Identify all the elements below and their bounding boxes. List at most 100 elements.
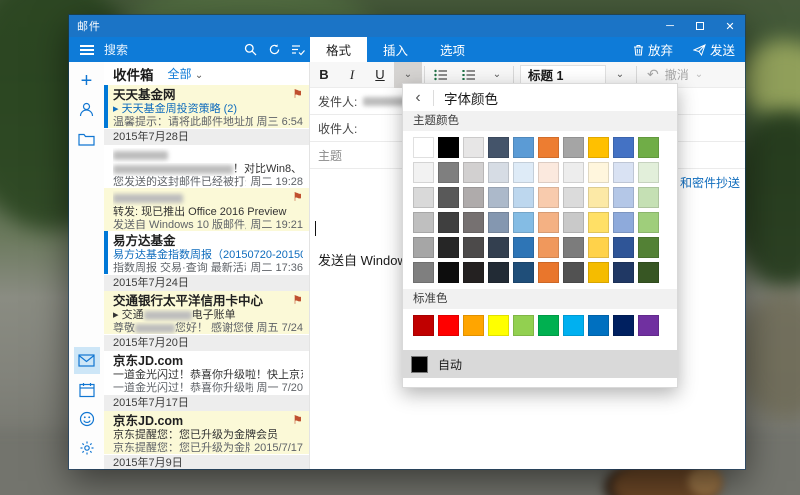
maximize-button[interactable] [685, 15, 715, 37]
close-button[interactable]: ✕ [715, 15, 745, 37]
text-style-selector[interactable]: 标题 1 [520, 65, 606, 85]
flag-icon[interactable]: ⚑ [292, 414, 303, 426]
standard-color-swatch[interactable] [563, 315, 584, 336]
theme-color-swatch[interactable] [563, 262, 584, 283]
theme-color-swatch[interactable] [588, 137, 609, 158]
theme-color-swatch[interactable] [413, 162, 434, 183]
italic-button[interactable]: I [338, 62, 366, 88]
theme-color-swatch[interactable] [538, 137, 559, 158]
theme-color-swatch[interactable] [588, 162, 609, 183]
theme-color-swatch[interactable] [438, 162, 459, 183]
theme-color-swatch[interactable] [638, 137, 659, 158]
standard-color-swatch[interactable] [413, 315, 434, 336]
settings-gear-icon[interactable] [74, 434, 100, 461]
back-button[interactable]: ‹ [403, 89, 433, 107]
theme-color-swatch[interactable] [613, 162, 634, 183]
theme-color-swatch[interactable] [413, 137, 434, 158]
theme-color-swatch[interactable] [463, 262, 484, 283]
theme-color-swatch[interactable] [638, 237, 659, 258]
tab-format[interactable]: 格式 [310, 37, 367, 62]
mail-list-item[interactable]: 易方达基金易方达基金指数周报（20150720-20150724指数周报 交易·… [104, 231, 309, 274]
search-icon[interactable] [238, 43, 262, 56]
send-button[interactable]: 发送 [683, 37, 745, 62]
theme-color-swatch[interactable] [563, 137, 584, 158]
theme-color-swatch[interactable] [438, 187, 459, 208]
mail-list-item[interactable]: ！对比Win8、您发送的这封邮件已经被打开。周二 19:28 [104, 145, 309, 188]
theme-color-swatch[interactable] [588, 212, 609, 233]
underline-button[interactable]: U [366, 62, 394, 88]
cc-bcc-link[interactable]: 和密件抄送 [678, 174, 740, 191]
theme-color-swatch[interactable] [463, 137, 484, 158]
minimize-button[interactable]: ─ [655, 15, 685, 37]
flag-icon[interactable]: ⚑ [292, 88, 303, 100]
theme-color-swatch[interactable] [438, 262, 459, 283]
flag-icon[interactable]: ⚑ [292, 191, 303, 203]
theme-color-swatch[interactable] [538, 187, 559, 208]
standard-color-swatch[interactable] [538, 315, 559, 336]
standard-color-swatch[interactable] [588, 315, 609, 336]
mail-list-item[interactable]: ⚑转发: 现已推出 Office 2016 Preview发送自 Windows… [104, 188, 309, 231]
mail-list-item[interactable]: ⚑交通银行太平洋信用卡中心▸ 交通电子账单尊敬您好！ 感谢您使用交通银行周五 7… [104, 291, 309, 334]
mail-list-item[interactable]: 京东JD.com一道金光闪过！恭喜你升级啦！快上京东会员一道金光闪过！恭喜你升级… [104, 351, 309, 394]
tab-options[interactable]: 选项 [424, 37, 481, 62]
theme-color-swatch[interactable] [463, 237, 484, 258]
search-input[interactable]: 搜索 [104, 41, 238, 58]
theme-color-swatch[interactable] [538, 162, 559, 183]
theme-color-swatch[interactable] [513, 262, 534, 283]
mail-list-item[interactable]: ⚑天天基金网▸ 天天基金周投资策略 (2)温馨提示：请将此邮件地址加入您的邮件联… [104, 85, 309, 128]
theme-color-swatch[interactable] [538, 212, 559, 233]
theme-color-swatch[interactable] [563, 162, 584, 183]
theme-color-swatch[interactable] [413, 237, 434, 258]
theme-color-swatch[interactable] [613, 262, 634, 283]
theme-color-swatch[interactable] [488, 137, 509, 158]
sync-icon[interactable] [262, 43, 286, 56]
theme-color-swatch[interactable] [488, 187, 509, 208]
standard-color-swatch[interactable] [638, 315, 659, 336]
theme-color-swatch[interactable] [613, 237, 634, 258]
theme-color-swatch[interactable] [563, 212, 584, 233]
theme-color-swatch[interactable] [438, 212, 459, 233]
theme-color-swatch[interactable] [588, 237, 609, 258]
theme-color-swatch[interactable] [488, 262, 509, 283]
theme-color-swatch[interactable] [513, 162, 534, 183]
theme-color-swatch[interactable] [638, 212, 659, 233]
feedback-smiley-icon[interactable] [74, 405, 100, 432]
theme-color-swatch[interactable] [463, 162, 484, 183]
mail-nav-icon[interactable] [74, 347, 100, 374]
theme-color-swatch[interactable] [413, 187, 434, 208]
hamburger-menu-icon[interactable] [69, 45, 104, 55]
theme-color-swatch[interactable] [513, 212, 534, 233]
theme-color-swatch[interactable] [513, 187, 534, 208]
theme-color-swatch[interactable] [488, 212, 509, 233]
theme-color-swatch[interactable] [613, 137, 634, 158]
standard-color-swatch[interactable] [613, 315, 634, 336]
bold-button[interactable]: B [310, 62, 338, 88]
theme-color-swatch[interactable] [488, 162, 509, 183]
theme-color-swatch[interactable] [613, 212, 634, 233]
discard-button[interactable]: 放弃 [623, 37, 683, 62]
titlebar[interactable]: 邮件 ─ ✕ [69, 15, 745, 37]
new-mail-button[interactable]: + [74, 67, 100, 94]
undo-button[interactable]: ↶ 撤消 ⌄ [639, 66, 711, 83]
standard-color-swatch[interactable] [463, 315, 484, 336]
accounts-icon[interactable] [74, 96, 100, 123]
calendar-icon[interactable] [74, 376, 100, 403]
theme-color-swatch[interactable] [438, 237, 459, 258]
theme-color-swatch[interactable] [638, 262, 659, 283]
theme-color-swatch[interactable] [413, 212, 434, 233]
theme-color-swatch[interactable] [463, 187, 484, 208]
theme-color-swatch[interactable] [588, 187, 609, 208]
theme-color-swatch[interactable] [413, 262, 434, 283]
standard-color-swatch[interactable] [513, 315, 534, 336]
theme-color-swatch[interactable] [638, 162, 659, 183]
theme-color-swatch[interactable] [463, 212, 484, 233]
theme-color-swatch[interactable] [438, 137, 459, 158]
flag-icon[interactable]: ⚑ [292, 294, 303, 306]
theme-color-swatch[interactable] [563, 187, 584, 208]
filter-icon[interactable] [286, 44, 310, 56]
theme-color-swatch[interactable] [563, 237, 584, 258]
tab-insert[interactable]: 插入 [367, 37, 424, 62]
standard-color-swatch[interactable] [438, 315, 459, 336]
theme-color-swatch[interactable] [638, 187, 659, 208]
folders-icon[interactable] [74, 125, 100, 152]
